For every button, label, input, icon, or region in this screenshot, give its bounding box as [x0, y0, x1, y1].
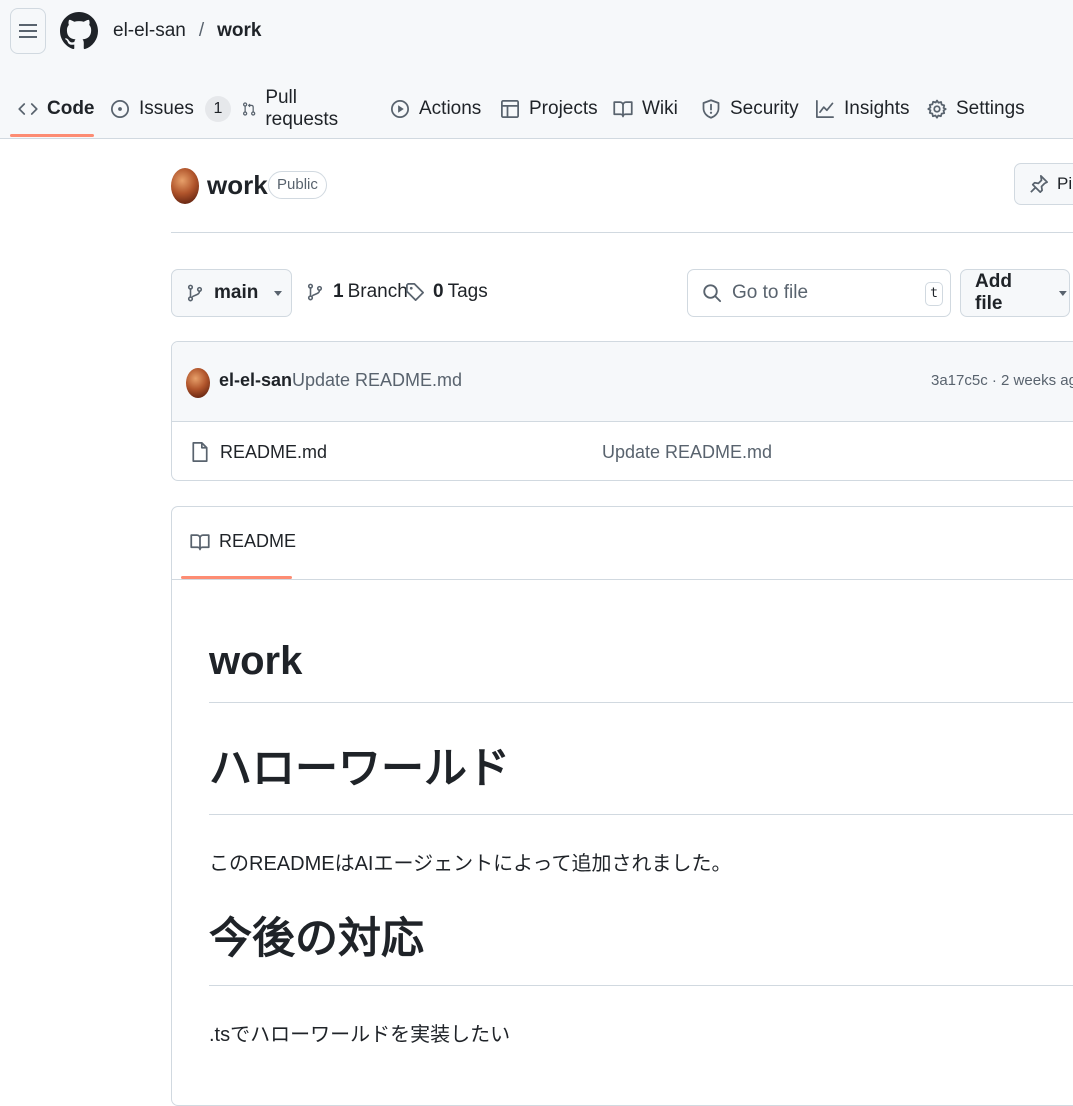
file-table: el-el-san Update README.md 3a17c5c · 2 w…	[171, 341, 1073, 481]
readme-heading-next-steps: 今後の対応	[209, 915, 424, 963]
tab-actions-label: Actions	[419, 98, 482, 119]
pin-button[interactable]: Pin	[1014, 163, 1073, 205]
breadcrumb-separator: /	[198, 20, 205, 41]
branch-name: main	[214, 282, 259, 303]
readme-heading-rule	[209, 985, 1073, 986]
breadcrumb-owner-link[interactable]: el-el-san	[113, 20, 186, 42]
tab-projects[interactable]: Projects	[500, 80, 598, 138]
tab-issues-label: Issues	[139, 98, 194, 119]
tab-security[interactable]: Security	[701, 80, 799, 138]
commit-message-link[interactable]: Update README.md	[292, 370, 462, 391]
issue-opened-icon	[111, 100, 129, 118]
tab-projects-label: Projects	[529, 98, 598, 119]
gear-icon	[927, 99, 947, 119]
file-name-link[interactable]: README.md	[220, 442, 327, 463]
readme-heading-rule	[209, 814, 1073, 815]
tab-actions[interactable]: Actions	[390, 80, 481, 138]
tab-code-label: Code	[47, 98, 95, 119]
readme-tab-bar: README	[172, 507, 1073, 580]
table-icon	[501, 100, 519, 118]
graph-icon	[816, 100, 834, 118]
add-file-button[interactable]: Add file	[960, 269, 1070, 317]
repo-title[interactable]: work	[207, 170, 268, 201]
readme-tab[interactable]: README	[190, 531, 296, 552]
caret-down-icon	[274, 291, 283, 296]
git-branch-icon	[307, 283, 323, 301]
shield-icon	[702, 99, 720, 119]
tag-count-label: Tags	[447, 281, 488, 302]
file-icon	[192, 441, 208, 463]
github-logo-icon[interactable]	[60, 10, 98, 52]
add-file-label: Add file	[975, 271, 1012, 314]
tab-code-selected-indicator	[10, 134, 94, 137]
caret-down-icon	[1059, 291, 1068, 296]
tab-pull-requests-label: Pull requests	[265, 87, 339, 130]
tab-insights[interactable]: Insights	[815, 80, 909, 138]
title-divider	[171, 232, 1073, 233]
commit-hash-and-time[interactable]: 3a17c5c · 2 weeks ago	[931, 372, 1073, 389]
hamburger-icon	[19, 24, 37, 38]
book-icon	[613, 101, 633, 118]
readme-tab-selected-indicator	[181, 576, 292, 579]
tag-icon	[406, 283, 424, 301]
tag-count: 0	[433, 281, 444, 302]
tab-settings[interactable]: Settings	[927, 80, 1025, 138]
breadcrumb: el-el-san / work	[113, 20, 262, 42]
menu-button[interactable]	[10, 8, 46, 54]
branches-link[interactable]: 1 Branch	[306, 281, 408, 303]
readme-heading-hello-world: ハローワールド	[209, 745, 510, 793]
breadcrumb-repo-link[interactable]: work	[217, 20, 261, 42]
latest-commit-row: el-el-san Update README.md 3a17c5c · 2 w…	[172, 342, 1073, 422]
visibility-badge: Public	[268, 171, 327, 199]
tab-wiki-label: Wiki	[642, 98, 678, 119]
commit-author-link[interactable]: el-el-san	[219, 370, 292, 391]
book-icon	[190, 533, 210, 550]
code-icon	[18, 103, 38, 115]
tab-security-label: Security	[730, 98, 799, 119]
tab-settings-label: Settings	[956, 98, 1025, 119]
tab-code[interactable]: Code	[18, 80, 95, 138]
branch-count-label: Branch	[347, 281, 408, 302]
tab-issues[interactable]: Issues 1	[110, 80, 231, 138]
pin-icon	[1030, 175, 1048, 193]
git-pull-request-icon	[242, 102, 256, 116]
readme-panel: README work ハローワールド このREADMEはAIエージェントによっ…	[171, 506, 1073, 1106]
repo-owner-avatar[interactable]	[171, 168, 199, 204]
go-to-file-input[interactable]	[730, 281, 914, 305]
branch-selector-button[interactable]: main	[171, 269, 292, 317]
play-circle-icon	[391, 100, 409, 118]
file-commit-message-link[interactable]: Update README.md	[602, 442, 772, 463]
readme-paragraph-1: このREADMEはAIエージェントによって追加されました。	[209, 853, 732, 875]
pin-button-label: Pin	[1057, 174, 1073, 193]
readme-heading-work: work	[209, 639, 303, 683]
branch-count: 1	[333, 281, 344, 302]
readme-heading-rule	[209, 702, 1073, 703]
tab-pull-requests[interactable]: Pull requests	[242, 80, 344, 138]
git-branch-icon	[187, 284, 203, 302]
readme-paragraph-2: .tsでハローワールドを実装したい	[209, 1024, 511, 1046]
tags-link[interactable]: 0 Tags	[405, 281, 488, 303]
issues-counter-badge: 1	[204, 96, 231, 122]
go-to-file-search[interactable]: t	[687, 269, 951, 317]
tab-insights-label: Insights	[844, 98, 910, 119]
tab-wiki[interactable]: Wiki	[613, 80, 678, 138]
file-row[interactable]: README.md Update README.md	[172, 422, 1073, 480]
readme-tab-label: README	[219, 531, 297, 551]
search-icon	[703, 284, 722, 303]
shortcut-key-hint: t	[925, 282, 943, 306]
commit-author-avatar[interactable]	[186, 368, 210, 398]
